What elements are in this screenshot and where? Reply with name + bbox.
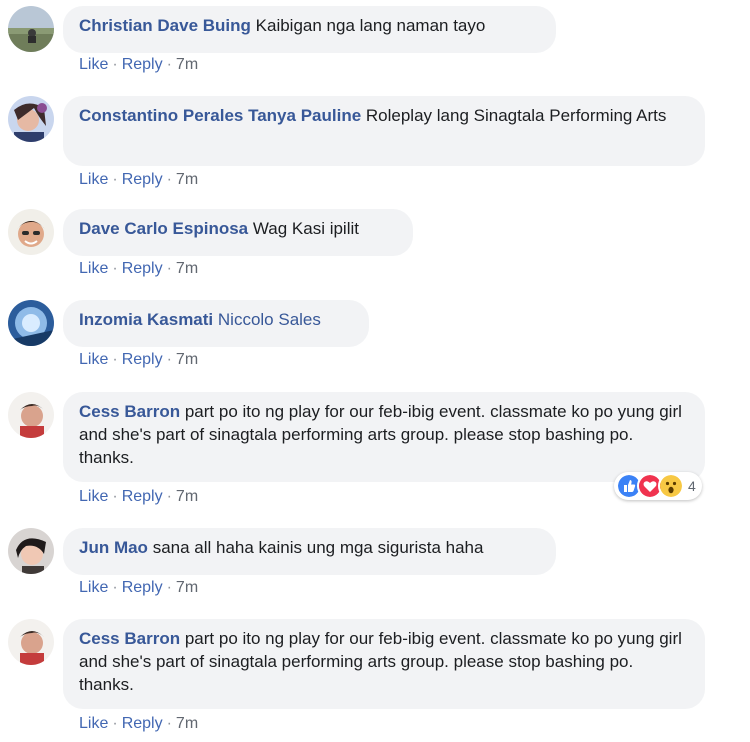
comment-text: Wag Kasi ipilit [252, 219, 359, 238]
comment-timestamp[interactable]: 7m [176, 171, 198, 188]
separator: · [112, 579, 118, 596]
comment-timestamp[interactable]: 7m [176, 260, 198, 277]
comment-author[interactable]: Cess Barron [79, 402, 180, 421]
comment-author[interactable]: Dave Carlo Espinosa [79, 219, 248, 238]
reply-link[interactable]: Reply [122, 715, 163, 732]
separator: · [112, 260, 118, 277]
comment-actions: Like · Reply · 7m [79, 259, 198, 279]
separator: · [166, 171, 172, 188]
reply-link[interactable]: Reply [122, 579, 163, 596]
avatar[interactable] [8, 209, 54, 255]
comment-actions: Like · Reply · 7m [79, 350, 198, 370]
comment-timestamp[interactable]: 7m [176, 351, 198, 368]
separator: · [112, 488, 118, 505]
comment-timestamp[interactable]: 7m [176, 579, 198, 596]
like-link[interactable]: Like [79, 488, 108, 505]
separator: · [112, 715, 118, 732]
reply-link[interactable]: Reply [122, 56, 163, 73]
comment-actions: Like · Reply · 7m [79, 487, 198, 507]
comment-actions: Like · Reply · 7m [79, 714, 198, 734]
comment-bubble: Cess Barron part po ito ng play for our … [63, 392, 705, 482]
comment-author[interactable]: Jun Mao [79, 538, 148, 557]
like-link[interactable]: Like [79, 260, 108, 277]
separator: · [166, 351, 172, 368]
reply-link[interactable]: Reply [122, 488, 163, 505]
separator: · [112, 56, 118, 73]
comment-bubble: Christian Dave Buing Kaibigan nga lang n… [63, 6, 556, 53]
comment-text: sana all haha kainis ung mga sigurista h… [152, 538, 484, 557]
comment-bubble: Cess Barron part po ito ng play for our … [63, 619, 705, 709]
avatar[interactable] [8, 619, 54, 665]
comment-actions: Like · Reply · 7m [79, 55, 198, 75]
comment-actions: Like · Reply · 7m [79, 578, 198, 598]
avatar[interactable] [8, 300, 54, 346]
separator: · [166, 488, 172, 505]
separator: · [166, 260, 172, 277]
like-link[interactable]: Like [79, 351, 108, 368]
comment-text: Roleplay lang Sinagtala Performing Arts [365, 106, 667, 125]
reply-link[interactable]: Reply [122, 260, 163, 277]
comment-author[interactable]: Constantino Perales Tanya Pauline [79, 106, 361, 125]
comment-bubble: Dave Carlo Espinosa Wag Kasi ipilit [63, 209, 413, 256]
separator: · [166, 56, 172, 73]
avatar[interactable] [8, 528, 54, 574]
like-link[interactable]: Like [79, 715, 108, 732]
comment-timestamp[interactable]: 7m [176, 488, 198, 505]
avatar[interactable] [8, 392, 54, 438]
reply-link[interactable]: Reply [122, 171, 163, 188]
comment-author[interactable]: Inzomia Kasmati [79, 310, 213, 329]
comment-bubble: Inzomia Kasmati Niccolo Sales [63, 300, 369, 347]
comment-timestamp[interactable]: 7m [176, 715, 198, 732]
comment-bubble: Jun Mao sana all haha kainis ung mga sig… [63, 528, 556, 575]
like-link[interactable]: Like [79, 171, 108, 188]
comment-actions: Like · Reply · 7m [79, 170, 198, 190]
comment-timestamp[interactable]: 7m [176, 56, 198, 73]
comment-bubble: Constantino Perales Tanya Pauline Rolepl… [63, 96, 705, 166]
reaction-count: 4 [688, 478, 696, 494]
avatar[interactable] [8, 6, 54, 52]
tagged-user-link[interactable]: Niccolo Sales [218, 310, 321, 329]
separator: · [112, 171, 118, 188]
reply-link[interactable]: Reply [122, 351, 163, 368]
comment-author[interactable]: Christian Dave Buing [79, 16, 251, 35]
comment-author[interactable]: Cess Barron [79, 629, 180, 648]
avatar[interactable] [8, 96, 54, 142]
comment-text: Kaibigan nga lang naman tayo [255, 16, 486, 35]
like-link[interactable]: Like [79, 56, 108, 73]
separator: · [112, 351, 118, 368]
reaction-summary[interactable]: 4 [614, 472, 702, 500]
separator: · [166, 579, 172, 596]
separator: · [166, 715, 172, 732]
like-link[interactable]: Like [79, 579, 108, 596]
wow-reaction-icon [658, 473, 684, 499]
